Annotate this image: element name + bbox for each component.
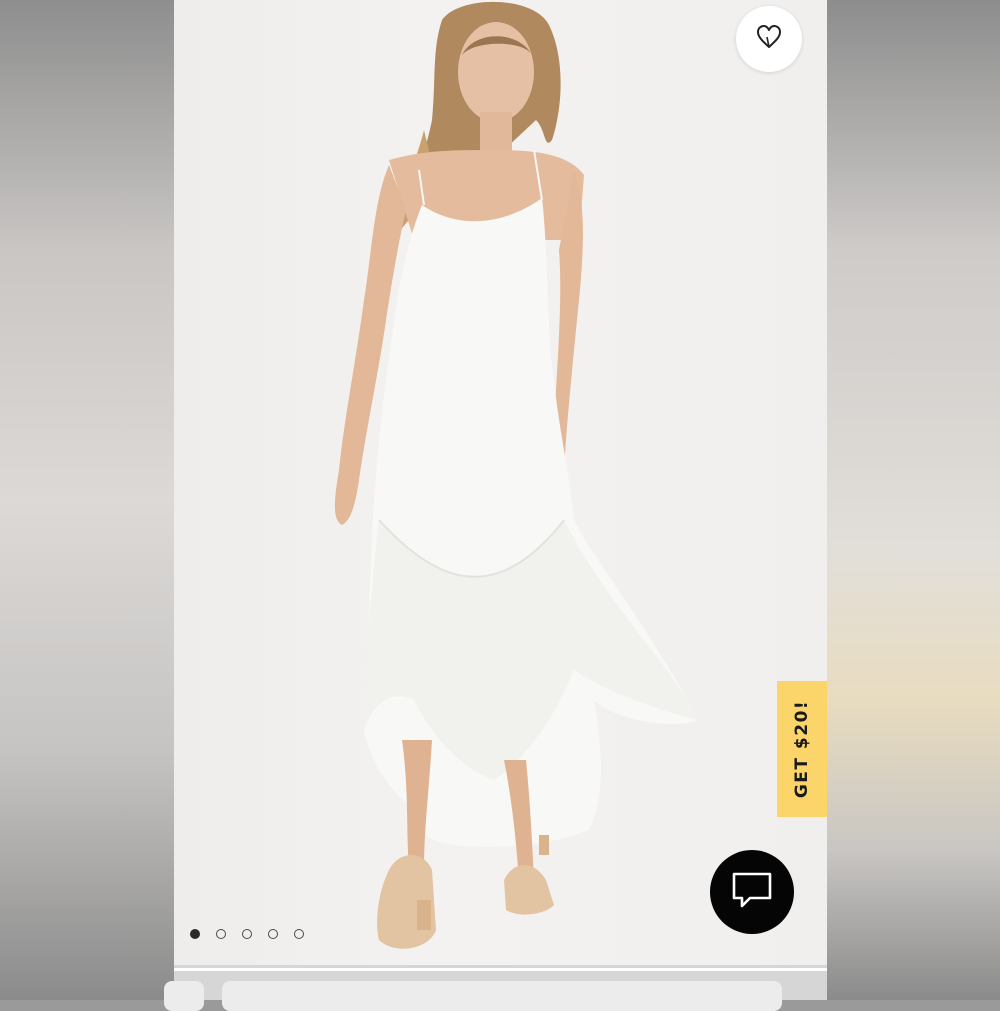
promo-label: GET $20! bbox=[792, 699, 813, 799]
carousel-dot[interactable] bbox=[216, 929, 226, 939]
right-blurred-margin bbox=[827, 0, 1000, 1000]
carousel-indicators bbox=[190, 929, 304, 939]
bottom-control-left[interactable] bbox=[164, 981, 204, 1011]
left-blurred-margin bbox=[0, 0, 174, 1000]
carousel-dot[interactable] bbox=[242, 929, 252, 939]
chat-bubble-icon bbox=[730, 870, 774, 915]
bottom-sheet-peek bbox=[164, 965, 827, 1011]
favorite-button[interactable] bbox=[736, 6, 802, 72]
carousel-dot[interactable] bbox=[190, 929, 200, 939]
model-wearing-dress bbox=[334, 1, 699, 949]
carousel-dot[interactable] bbox=[294, 929, 304, 939]
carousel-dot[interactable] bbox=[268, 929, 278, 939]
heart-icon bbox=[755, 23, 783, 56]
chat-button[interactable] bbox=[710, 850, 794, 934]
product-image[interactable] bbox=[174, 0, 827, 965]
divider bbox=[174, 968, 827, 971]
bottom-control-bar[interactable] bbox=[222, 981, 782, 1011]
promo-tab[interactable]: GET $20! bbox=[777, 681, 827, 817]
